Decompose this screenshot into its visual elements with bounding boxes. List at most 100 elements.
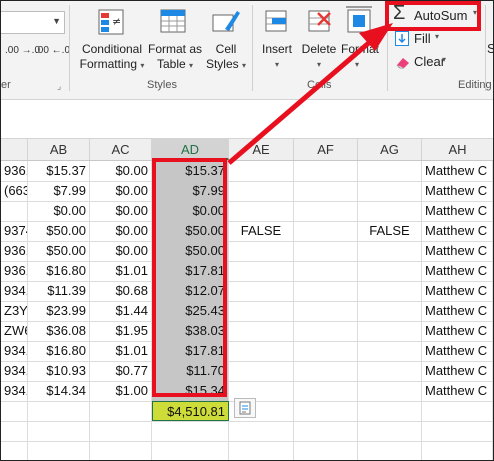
cell-af[interactable] (294, 361, 358, 381)
cell-af[interactable] (294, 261, 358, 281)
cell-ae[interactable] (229, 321, 294, 341)
column-header-ab[interactable]: AB (28, 139, 90, 160)
cell-ag[interactable] (358, 301, 422, 321)
cell-aa[interactable] (1, 401, 28, 421)
cell-af[interactable] (294, 221, 358, 241)
cell-ad[interactable]: $11.70 (152, 361, 229, 381)
cell-aa[interactable]: ZW6 (1, 321, 28, 341)
cell-ae[interactable]: FALSE (229, 221, 294, 241)
cell-ac[interactable]: $0.68 (90, 281, 152, 301)
cell-ac[interactable] (90, 441, 152, 460)
cell-af[interactable] (294, 281, 358, 301)
cell-ab[interactable]: $11.39 (28, 281, 90, 301)
fill-button[interactable]: Fill ▾ (395, 30, 455, 48)
autosum-result-cell[interactable]: $4,510.81 (152, 401, 229, 421)
cell-ag[interactable] (358, 321, 422, 341)
cell-ab[interactable]: $7.99 (28, 181, 90, 201)
cell-ah[interactable]: Matthew C (422, 321, 493, 341)
cell-ab[interactable]: $14.34 (28, 381, 90, 401)
cell-af[interactable] (294, 181, 358, 201)
cell-ad[interactable]: $17.81 (152, 341, 229, 361)
cell-ac[interactable]: $0.77 (90, 361, 152, 381)
cell-ae[interactable] (229, 201, 294, 221)
cell-ab[interactable]: $15.37 (28, 161, 90, 181)
quick-analysis-button[interactable] (234, 398, 256, 418)
cell-ae[interactable] (229, 261, 294, 281)
cell-aa[interactable]: 9361 (1, 261, 28, 281)
cell-aa[interactable]: 9341 (1, 381, 28, 401)
cell-ag[interactable] (358, 401, 422, 421)
cell-ac[interactable]: $1.01 (90, 261, 152, 281)
cell-ae[interactable] (229, 361, 294, 381)
cell-ah[interactable] (422, 421, 493, 441)
cell-ag[interactable] (358, 161, 422, 181)
cell-ae[interactable] (229, 281, 294, 301)
cell-ac[interactable]: $0.00 (90, 241, 152, 261)
cell-ad[interactable]: $7.99 (152, 181, 229, 201)
cell-aa[interactable]: 9341 (1, 341, 28, 361)
cell-ad[interactable]: $50.00 (152, 221, 229, 241)
cell-ah[interactable]: Matthew C (422, 261, 493, 281)
cell-ac[interactable]: $1.95 (90, 321, 152, 341)
cell-ah[interactable]: Matthew C (422, 181, 493, 201)
cell-ac[interactable]: $1.01 (90, 341, 152, 361)
column-header-ag[interactable]: AG (358, 139, 422, 160)
cell-ac[interactable] (90, 421, 152, 441)
cell-ae[interactable] (229, 241, 294, 261)
sort-filter-fragment[interactable]: S (487, 41, 493, 56)
cell-af[interactable] (294, 421, 358, 441)
cell-ad[interactable]: $25.43 (152, 301, 229, 321)
cell-ad[interactable]: $38.03 (152, 321, 229, 341)
cell-ah[interactable]: Matthew C (422, 281, 493, 301)
cell-aa[interactable]: 9361 (1, 241, 28, 261)
cell-af[interactable] (294, 441, 358, 460)
column-header-ah[interactable]: AH (422, 139, 493, 160)
cell-af[interactable] (294, 401, 358, 421)
cell-aa[interactable]: Z3Y1 (1, 301, 28, 321)
cell-ah[interactable]: Matthew C (422, 221, 493, 241)
cell-ab[interactable]: $16.80 (28, 341, 90, 361)
column-header-aa[interactable] (1, 139, 28, 160)
cell-ac[interactable]: $0.00 (90, 221, 152, 241)
cell-aa[interactable] (1, 421, 28, 441)
cell-ah[interactable]: Matthew C (422, 381, 493, 401)
cell-ag[interactable] (358, 441, 422, 460)
cell-ab[interactable]: $50.00 (28, 241, 90, 261)
cell-ab[interactable] (28, 441, 90, 460)
cell-ad[interactable]: $15.37 (152, 161, 229, 181)
cell-aa[interactable]: 9374 (1, 221, 28, 241)
column-header-ae[interactable]: AE (229, 139, 294, 160)
column-header-af[interactable]: AF (294, 139, 358, 160)
cell-ah[interactable]: Matthew C (422, 341, 493, 361)
cell-ag[interactable] (358, 181, 422, 201)
cell-ah[interactable] (422, 441, 493, 460)
cell-ae[interactable] (229, 161, 294, 181)
cell-af[interactable] (294, 201, 358, 221)
cell-af[interactable] (294, 301, 358, 321)
cell-aa[interactable]: (663 (1, 181, 28, 201)
cell-ab[interactable] (28, 421, 90, 441)
column-header-ad[interactable]: AD (152, 139, 229, 160)
cell-ah[interactable]: Matthew C (422, 161, 493, 181)
cell-aa[interactable] (1, 201, 28, 221)
cell-ad[interactable] (152, 421, 229, 441)
cell-aa[interactable]: 9341 (1, 361, 28, 381)
cell-ah[interactable]: Matthew C (422, 361, 493, 381)
cell-aa[interactable]: 9361 (1, 161, 28, 181)
cell-ab[interactable]: $0.00 (28, 201, 90, 221)
cell-ae[interactable] (229, 341, 294, 361)
cell-ac[interactable] (90, 401, 152, 421)
cell-ad[interactable]: $0.00 (152, 201, 229, 221)
cell-ag[interactable]: FALSE (358, 221, 422, 241)
cell-ad[interactable]: $50.00 (152, 241, 229, 261)
font-size-box[interactable]: ▼ (1, 11, 65, 34)
cell-ac[interactable]: $0.00 (90, 161, 152, 181)
cell-ab[interactable] (28, 401, 90, 421)
cell-aa[interactable]: 9341 (1, 281, 28, 301)
cell-ae[interactable] (229, 301, 294, 321)
column-header-ac[interactable]: AC (90, 139, 152, 160)
cell-ag[interactable] (358, 281, 422, 301)
autosum-button[interactable]: Σ AutoSum ▾ (393, 2, 483, 25)
cell-af[interactable] (294, 161, 358, 181)
cell-ac[interactable]: $1.44 (90, 301, 152, 321)
